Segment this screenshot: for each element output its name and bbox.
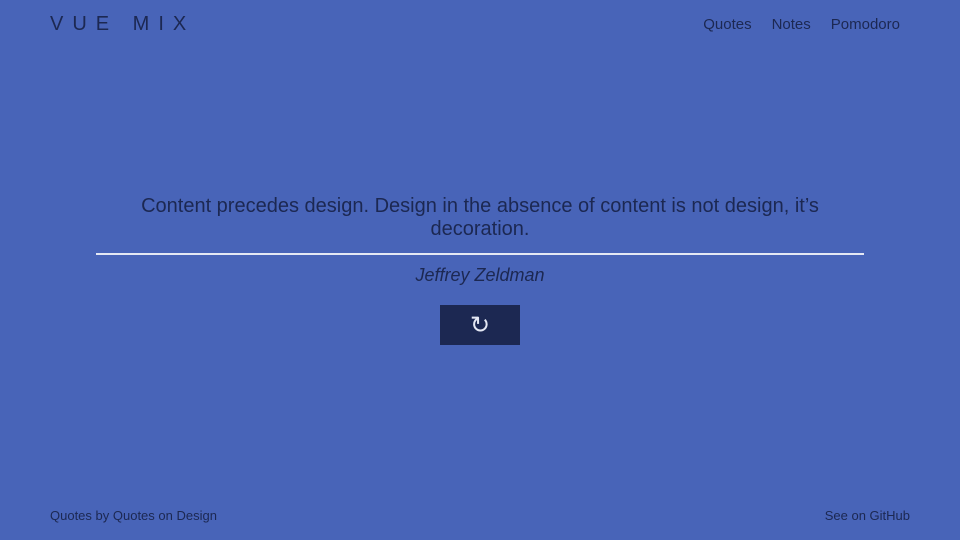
quote-container: Content precedes design. Design in the a… bbox=[96, 195, 864, 286]
refresh-quote-button[interactable]: ↻ bbox=[440, 305, 520, 345]
footer-credit: Quotes by Quotes on Design bbox=[50, 508, 217, 523]
quote-divider bbox=[96, 253, 864, 255]
nav-item-quotes[interactable]: Quotes bbox=[703, 16, 751, 33]
main-nav: Quotes Notes Pomodoro bbox=[703, 16, 900, 33]
nav-item-notes[interactable]: Notes bbox=[772, 16, 811, 33]
quote-author: Jeffrey Zeldman bbox=[415, 265, 545, 285]
github-link[interactable]: See on GitHub bbox=[825, 508, 910, 523]
nav-item-pomodoro[interactable]: Pomodoro bbox=[831, 16, 900, 33]
refresh-icon: ↻ bbox=[469, 311, 491, 339]
header: VUE MIX Quotes Notes Pomodoro bbox=[0, 0, 960, 50]
quote-text: Content precedes design. Design in the a… bbox=[141, 195, 819, 240]
logo[interactable]: VUE MIX bbox=[50, 13, 195, 36]
